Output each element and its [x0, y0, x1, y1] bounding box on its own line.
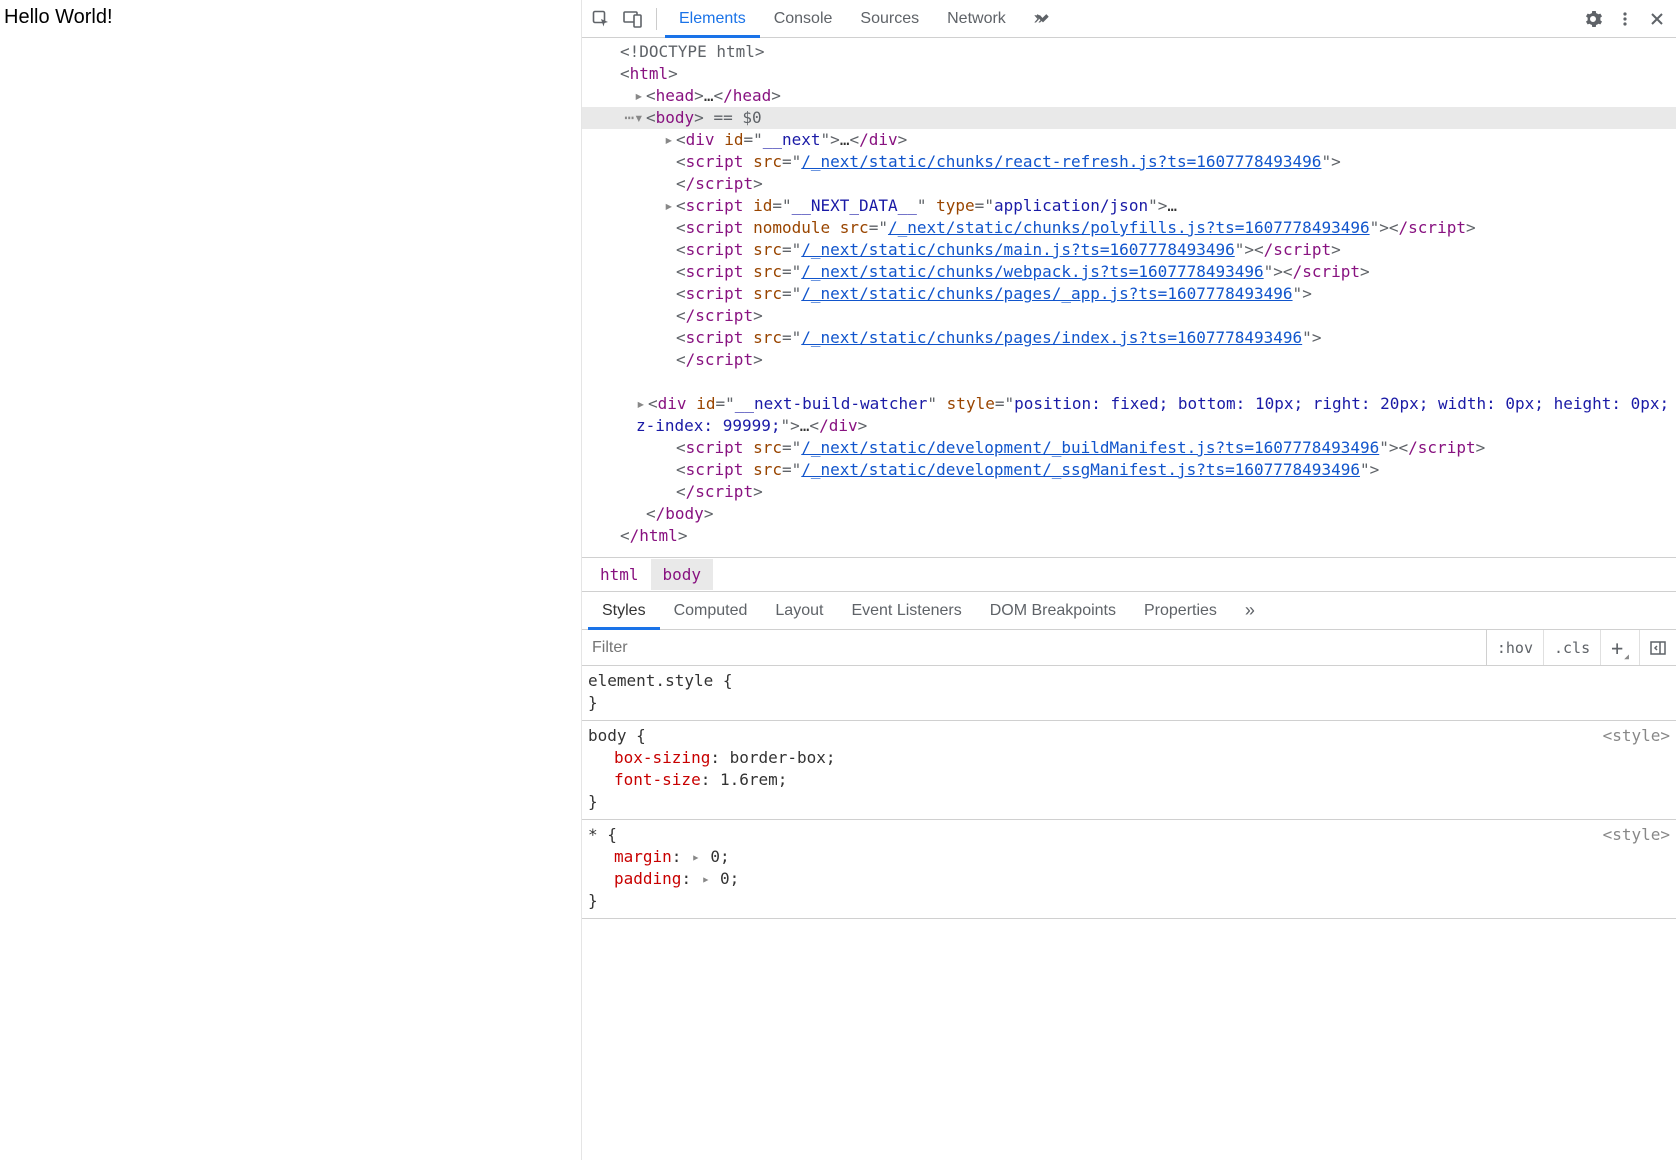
dom-node-close[interactable]: </script> [582, 173, 1676, 195]
close-devtools-icon[interactable] [1642, 4, 1672, 34]
page-text: Hello World! [4, 6, 113, 28]
cls-toggle[interactable]: .cls [1543, 630, 1600, 665]
tab-elements[interactable]: Elements [665, 0, 760, 37]
styles-filter-row: :hov .cls +◢ [582, 630, 1676, 666]
dom-body-open[interactable]: ⋯▾<body> == $0 [582, 107, 1676, 129]
dom-node[interactable]: <script nomodule src="/_next/static/chun… [582, 217, 1676, 239]
crumb-body[interactable]: body [651, 559, 714, 590]
dom-node[interactable]: <script src="/_next/static/chunks/webpac… [582, 261, 1676, 283]
styles-rules[interactable]: element.style {}<style>body {box-sizing:… [582, 666, 1676, 1160]
dom-doctype[interactable]: <!DOCTYPE html> [582, 41, 1676, 63]
crumb-html[interactable]: html [588, 559, 651, 590]
inspect-element-icon[interactable] [586, 4, 616, 34]
dom-node[interactable]: <script src="/_next/static/development/_… [582, 437, 1676, 459]
style-rule[interactable]: <style>body {box-sizing: border-box;font… [582, 721, 1676, 820]
subtab-dom-breakpoints[interactable]: DOM Breakpoints [976, 592, 1130, 629]
dom-node[interactable]: <script src="/_next/static/development/_… [582, 459, 1676, 481]
toggle-sidebar-icon[interactable] [1639, 630, 1676, 665]
styles-filter-input[interactable] [582, 639, 1486, 657]
tab-console[interactable]: Console [760, 0, 847, 37]
style-rule[interactable]: element.style {} [582, 666, 1676, 721]
dom-node[interactable]: <script src="/_next/static/chunks/main.j… [582, 239, 1676, 261]
elements-tree[interactable]: <!DOCTYPE html> <html> ▸<head>…</head> ⋯… [582, 38, 1676, 558]
subtab-properties[interactable]: Properties [1130, 592, 1231, 629]
dom-html-close[interactable]: </html> [582, 525, 1676, 547]
dom-node[interactable]: ▸<div id="__next">…</div> [582, 129, 1676, 151]
hov-toggle[interactable]: :hov [1486, 630, 1543, 665]
subtab-event-listeners[interactable]: Event Listeners [837, 592, 975, 629]
devtools-panel: Elements Console Sources Network » [582, 0, 1676, 1160]
subtab-styles[interactable]: Styles [588, 592, 660, 629]
style-rule[interactable]: <style>* {margin: ▸ 0;padding: ▸ 0;} [582, 820, 1676, 919]
gutter-ellipsis-icon[interactable]: ⋯ [606, 107, 634, 129]
toolbar-separator [656, 8, 657, 30]
subtab-layout[interactable]: Layout [761, 592, 837, 629]
styles-subtabs: Styles Computed Layout Event Listeners D… [582, 592, 1676, 630]
rule-source[interactable]: <style> [1603, 824, 1670, 846]
dom-node-close[interactable]: </script> [582, 349, 1676, 371]
subtabs-overflow-icon[interactable]: » [1231, 592, 1269, 629]
dom-node[interactable]: <script src="/_next/static/chunks/pages/… [582, 283, 1676, 305]
devtools-main-tabs: Elements Console Sources Network » [665, 0, 1058, 37]
dom-node-close[interactable]: </script> [582, 481, 1676, 503]
dom-node[interactable]: <script src="/_next/static/chunks/pages/… [582, 327, 1676, 349]
dom-node[interactable]: ▸<script id="__NEXT_DATA__" type="applic… [582, 195, 1676, 217]
style-property[interactable]: font-size: 1.6rem; [588, 769, 1670, 791]
tab-network[interactable]: Network [933, 0, 1020, 37]
style-property[interactable]: padding: ▸ 0; [588, 868, 1670, 890]
dom-node-close[interactable]: </script> [582, 305, 1676, 327]
dom-node[interactable]: ▸<div id="__next-build-watcher" style="p… [582, 371, 1676, 437]
style-property[interactable]: margin: ▸ 0; [588, 846, 1670, 868]
dom-head[interactable]: ▸<head>…</head> [582, 85, 1676, 107]
tabs-overflow-icon[interactable]: » [1020, 0, 1058, 37]
dom-html-open[interactable]: <html> [582, 63, 1676, 85]
dom-breadcrumb: html body [582, 558, 1676, 592]
settings-gear-icon[interactable] [1578, 4, 1608, 34]
style-property[interactable]: box-sizing: border-box; [588, 747, 1670, 769]
dom-node[interactable]: <script src="/_next/static/chunks/react-… [582, 151, 1676, 173]
rendered-page: Hello World! [0, 0, 582, 1160]
rule-source[interactable]: <style> [1603, 725, 1670, 747]
kebab-menu-icon[interactable] [1610, 4, 1640, 34]
device-toolbar-icon[interactable] [618, 4, 648, 34]
subtab-computed[interactable]: Computed [660, 592, 762, 629]
devtools-tabbar: Elements Console Sources Network » [582, 0, 1676, 38]
dom-body-close[interactable]: </body> [582, 503, 1676, 525]
tab-sources[interactable]: Sources [846, 0, 933, 37]
new-style-rule-button[interactable]: +◢ [1600, 630, 1639, 665]
